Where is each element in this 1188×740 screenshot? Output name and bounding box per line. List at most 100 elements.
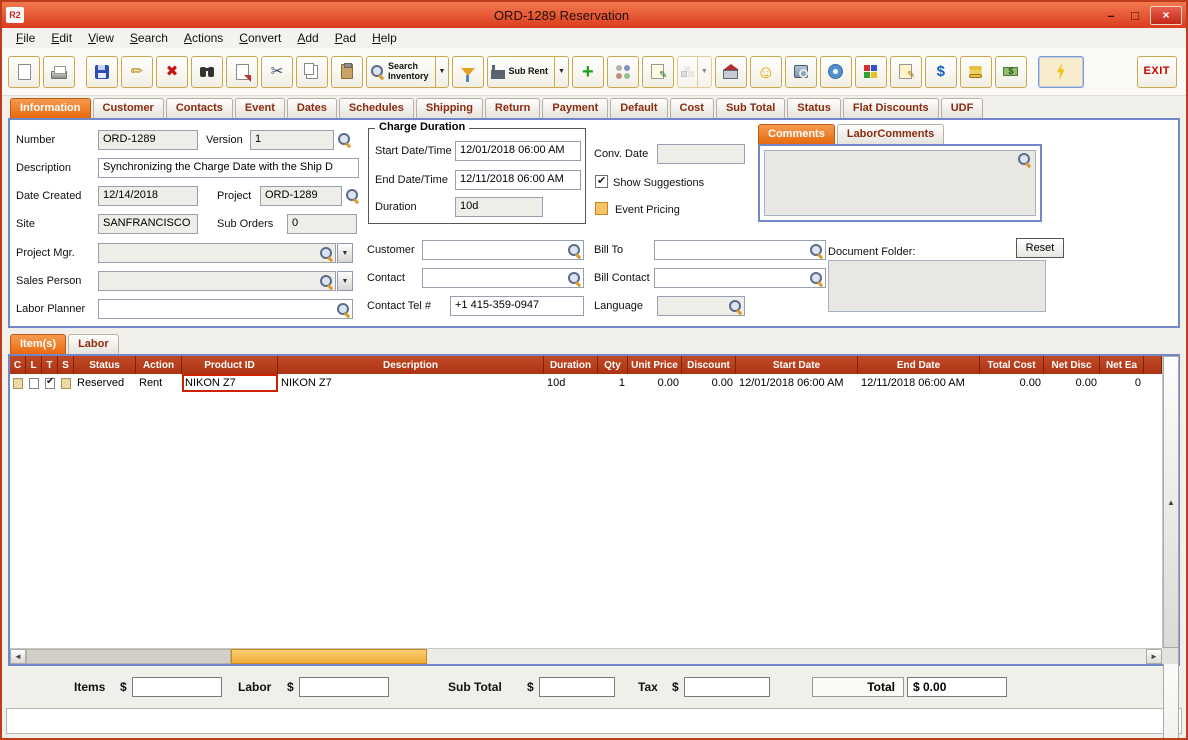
dropdown-arrow-icon[interactable]: ▼	[435, 57, 446, 87]
tab-contacts[interactable]: Contacts	[166, 98, 233, 118]
tab-customer[interactable]: Customer	[93, 98, 164, 118]
cell-end-date[interactable]: 12/11/2018 06:00 AM	[858, 374, 980, 392]
description-field[interactable]: Synchronizing the Charge Date with the S…	[98, 158, 359, 178]
dropdown-arrow-icon[interactable]: ▼	[697, 57, 708, 87]
cell-duration[interactable]: 10d	[544, 374, 598, 392]
date-created-field[interactable]: 12/14/2018	[98, 186, 198, 206]
site-field[interactable]: SANFRANCISCO	[98, 214, 198, 234]
bill-to-field[interactable]	[654, 240, 826, 260]
col-header-t[interactable]: T	[42, 356, 58, 374]
row-checkbox-c[interactable]	[13, 378, 23, 389]
cell-product-id[interactable]: NIKON Z7	[182, 374, 278, 392]
col-header-status[interactable]: Status	[74, 356, 136, 374]
col-header-description[interactable]: Description	[278, 356, 544, 374]
labor-planner-field[interactable]	[98, 299, 353, 319]
col-header-start-date[interactable]: Start Date	[736, 356, 858, 374]
tab-return[interactable]: Return	[485, 98, 540, 118]
cell-s[interactable]	[58, 374, 74, 392]
col-header-total-cost[interactable]: Total Cost	[980, 356, 1044, 374]
scroll-right-button[interactable]: ►	[1146, 649, 1162, 664]
exit-button[interactable]: EXIT	[1137, 56, 1177, 88]
paste-button[interactable]	[331, 56, 363, 88]
cube-button[interactable]	[855, 56, 887, 88]
tab-flat-discounts[interactable]: Flat Discounts	[843, 98, 939, 118]
currency-button[interactable]: $	[925, 56, 957, 88]
sales-person-search-icon[interactable]	[319, 274, 334, 289]
duration-field[interactable]: 10d	[455, 197, 543, 217]
cell-description[interactable]: NIKON Z7	[278, 374, 544, 392]
number-field[interactable]: ORD-1289	[98, 130, 198, 150]
project-search-icon[interactable]	[345, 188, 360, 203]
comments-tab-comments[interactable]: Comments	[758, 124, 835, 144]
tab-udf[interactable]: UDF	[941, 98, 984, 118]
version-search-icon[interactable]	[337, 132, 352, 147]
quick-flash-button[interactable]	[1038, 56, 1084, 88]
tab-dates[interactable]: Dates	[287, 98, 337, 118]
menu-search[interactable]: Search	[122, 29, 176, 47]
notes-button[interactable]	[890, 56, 922, 88]
items-tab-labor[interactable]: Labor	[68, 334, 119, 354]
reset-button[interactable]: Reset	[1016, 238, 1064, 258]
scroll-up-button[interactable]: ▲	[1163, 356, 1179, 648]
edit-note-button[interactable]	[642, 56, 674, 88]
tab-shipping[interactable]: Shipping	[416, 98, 483, 118]
sales-person-field[interactable]	[98, 271, 336, 291]
project-mgr-dropdown-button[interactable]: ▼	[337, 243, 353, 263]
tab-payment[interactable]: Payment	[542, 98, 608, 118]
cell-net-disc[interactable]: 0.00	[1044, 374, 1100, 392]
version-field[interactable]: 1	[250, 130, 334, 150]
cell-net-ea[interactable]: 0	[1100, 374, 1144, 392]
tab-event[interactable]: Event	[235, 98, 285, 118]
print-button[interactable]	[43, 56, 75, 88]
comments-tab-laborcomments[interactable]: LaborComments	[837, 124, 944, 144]
coins-button[interactable]	[960, 56, 992, 88]
scroll-left-button[interactable]: ◄	[10, 649, 26, 664]
col-header-product-id[interactable]: Product ID	[182, 356, 278, 374]
col-header-l[interactable]: L	[26, 356, 42, 374]
event-pricing-checkbox[interactable]	[595, 202, 608, 215]
cell-action[interactable]: Rent	[136, 374, 182, 392]
bill-to-search-icon[interactable]	[809, 243, 824, 258]
col-header-action[interactable]: Action	[136, 356, 182, 374]
frozen-scroll-thumb[interactable]	[26, 649, 231, 664]
tab-information[interactable]: Information	[10, 98, 91, 118]
add-button[interactable]: +	[572, 56, 604, 88]
col-header-qty[interactable]: Qty	[598, 356, 628, 374]
tab-cost[interactable]: Cost	[670, 98, 714, 118]
contact-field[interactable]	[422, 268, 584, 288]
bill-contact-field[interactable]	[654, 268, 826, 288]
edit-button[interactable]: ✏	[121, 56, 153, 88]
row-checkbox-s[interactable]	[61, 378, 71, 389]
cell-c[interactable]	[10, 374, 26, 392]
col-header-net-ea[interactable]: Net Ea	[1100, 356, 1144, 374]
language-field[interactable]	[657, 296, 745, 316]
tab-schedules[interactable]: Schedules	[339, 98, 414, 118]
money-exchange-button[interactable]	[995, 56, 1027, 88]
end-datetime-field[interactable]: 12/11/2018 06:00 AM	[455, 170, 581, 190]
comments-textarea[interactable]	[764, 150, 1036, 216]
kit-funnel-button[interactable]	[452, 56, 484, 88]
project-mgr-field[interactable]	[98, 243, 336, 263]
comments-search-icon[interactable]	[1017, 152, 1032, 167]
menu-convert[interactable]: Convert	[231, 29, 289, 47]
new-document-button[interactable]	[8, 56, 40, 88]
col-header-c[interactable]: C	[10, 356, 26, 374]
row-checkbox-l[interactable]	[29, 378, 39, 389]
close-button[interactable]: ×	[1150, 6, 1182, 25]
horizontal-scroll-thumb[interactable]	[231, 649, 427, 664]
table-row[interactable]: ReservedRentNIKON Z7NIKON Z710d10.000.00…	[10, 374, 1162, 392]
customer-service-button[interactable]: ☺	[750, 56, 782, 88]
col-header-unit-price[interactable]: Unit Price	[628, 356, 682, 374]
document-folder-textarea[interactable]	[828, 260, 1046, 312]
tab-status[interactable]: Status	[787, 98, 841, 118]
copy-button[interactable]	[296, 56, 328, 88]
cell-qty[interactable]: 1	[598, 374, 628, 392]
col-header-net-disc[interactable]: Net Disc	[1044, 356, 1100, 374]
tab-sub-total[interactable]: Sub Total	[716, 98, 785, 118]
maximize-button[interactable]: □	[1123, 6, 1147, 24]
tab-default[interactable]: Default	[610, 98, 667, 118]
menu-edit[interactable]: Edit	[43, 29, 80, 47]
menu-add[interactable]: Add	[289, 29, 326, 47]
cell-l[interactable]	[26, 374, 42, 392]
cell-status[interactable]: Reserved	[74, 374, 136, 392]
